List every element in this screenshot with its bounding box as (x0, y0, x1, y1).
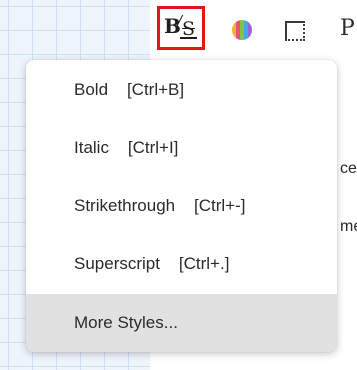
menu-item-label: Italic (74, 138, 109, 157)
partial-toolbar-icon[interactable]: P (340, 16, 355, 41)
menu-item-label: Bold (74, 80, 109, 99)
menu-item-shortcut: [Ctrl+.] (178, 254, 230, 273)
menu-item-italic[interactable]: Italic [Ctrl+I] (26, 119, 337, 177)
menu-item-label: More Styles... (74, 313, 178, 332)
menu-item-label: Strikethrough (74, 196, 176, 215)
menu-item-shortcut: [Ctrl+-] (194, 196, 246, 215)
peek-text-1: ce (340, 160, 357, 177)
menu-item-shortcut: [Ctrl+B] (126, 80, 185, 99)
menu-item-strikethrough[interactable]: Strikethrough [Ctrl+-] (26, 177, 337, 235)
bold-italic-strike-icon: B / S (164, 12, 198, 40)
menu-item-label: Superscript (74, 254, 160, 273)
menu-item-shortcut: [Ctrl+I] (127, 138, 179, 157)
style-dropdown-menu: Bold [Ctrl+B] Italic [Ctrl+I] Strikethro… (26, 60, 337, 352)
border-icon[interactable] (285, 21, 305, 41)
menu-item-superscript[interactable]: Superscript [Ctrl+.] (26, 235, 337, 293)
color-palette-icon[interactable] (232, 20, 252, 40)
text-style-button[interactable]: B / S (157, 6, 205, 50)
peek-text-2: me (340, 218, 357, 235)
menu-item-bold[interactable]: Bold [Ctrl+B] (26, 61, 337, 119)
menu-item-more-styles[interactable]: More Styles... (26, 294, 337, 352)
